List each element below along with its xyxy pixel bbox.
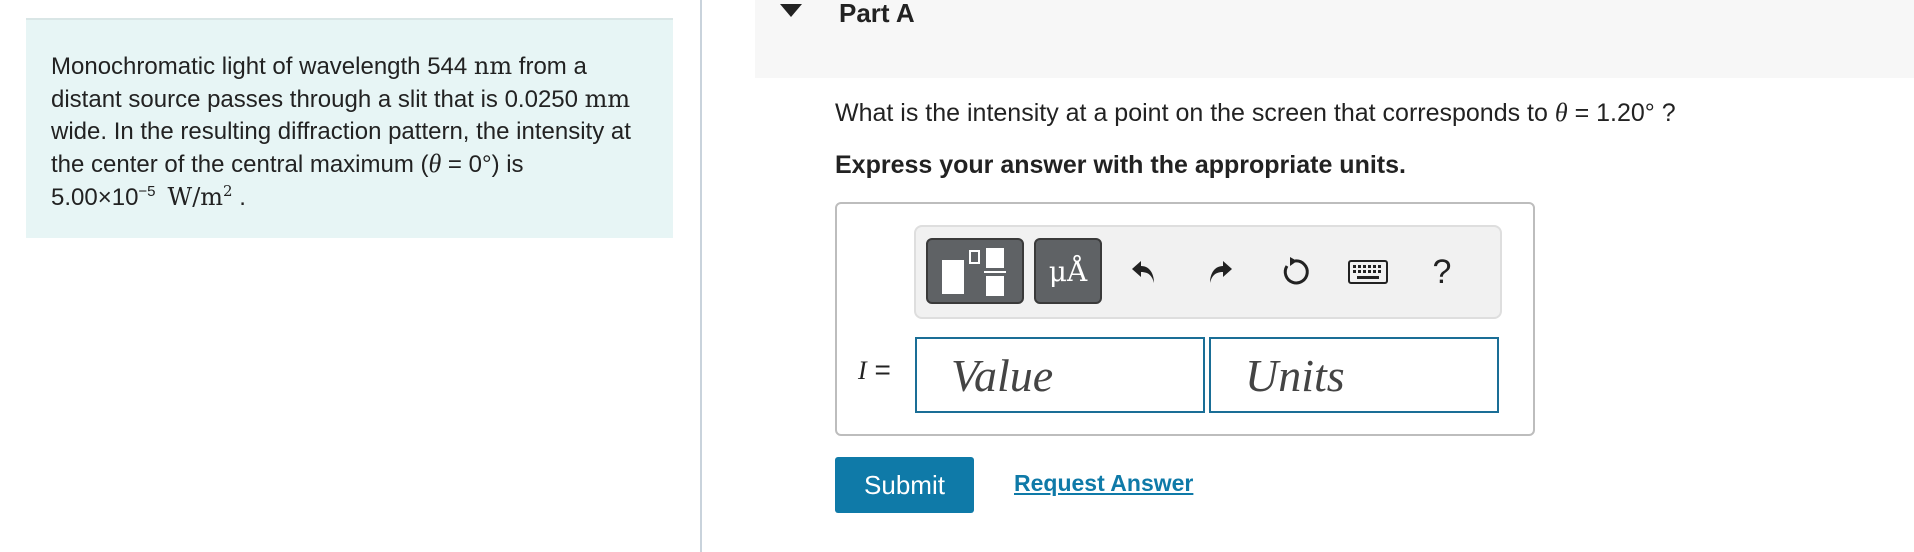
- problem-statement-panel: Monochromatic light of wavelength 544 nm…: [26, 18, 673, 238]
- collapse-caret-icon[interactable]: [780, 4, 802, 17]
- fraction-template-icon: [942, 248, 1006, 296]
- unit-exponent: 2: [223, 182, 233, 200]
- units-field-box: [1209, 337, 1499, 413]
- equals-sign: =: [866, 354, 891, 385]
- problem-text-3: wide. In the resulting diffraction patte…: [51, 118, 631, 178]
- problem-statement: Monochromatic light of wavelength 544 nm…: [51, 50, 651, 214]
- unit-nm: nm: [473, 52, 513, 80]
- variable-symbol: I: [858, 356, 867, 385]
- intensity-unit: W/m: [167, 183, 224, 211]
- problem-text-5: .: [232, 184, 246, 211]
- reset-icon[interactable]: [1273, 250, 1317, 294]
- part-title[interactable]: Part A: [839, 0, 915, 29]
- theta-symbol: θ: [428, 149, 442, 178]
- answer-variable-label: I =: [858, 354, 891, 386]
- part-header: [755, 0, 1914, 78]
- question-text-pre: What is the intensity at a point on the …: [835, 99, 1555, 127]
- keyboard-icon[interactable]: [1346, 250, 1390, 294]
- question-text: What is the intensity at a point on the …: [835, 98, 1676, 128]
- submit-button[interactable]: Submit: [835, 457, 974, 513]
- redo-icon[interactable]: [1198, 250, 1242, 294]
- panel-divider: [700, 0, 702, 552]
- theta-symbol: θ: [1554, 98, 1568, 127]
- units-input[interactable]: [1211, 339, 1497, 411]
- instruction-text: Express your answer with the appropriate…: [835, 151, 1406, 179]
- units-button[interactable]: μÅ: [1034, 238, 1102, 304]
- value-input[interactable]: [917, 339, 1203, 411]
- templates-button[interactable]: [926, 238, 1024, 304]
- question-text-post: = 1.20° ?: [1567, 99, 1676, 127]
- value-field-box: [915, 337, 1205, 413]
- undo-icon[interactable]: [1122, 250, 1166, 294]
- problem-text-1: Monochromatic light of wavelength 544: [51, 53, 474, 80]
- unit-mm: mm: [584, 85, 631, 113]
- help-button[interactable]: ?: [1420, 250, 1464, 294]
- intensity-exponent: −5: [138, 183, 156, 200]
- request-answer-link[interactable]: Request Answer: [1014, 470, 1193, 497]
